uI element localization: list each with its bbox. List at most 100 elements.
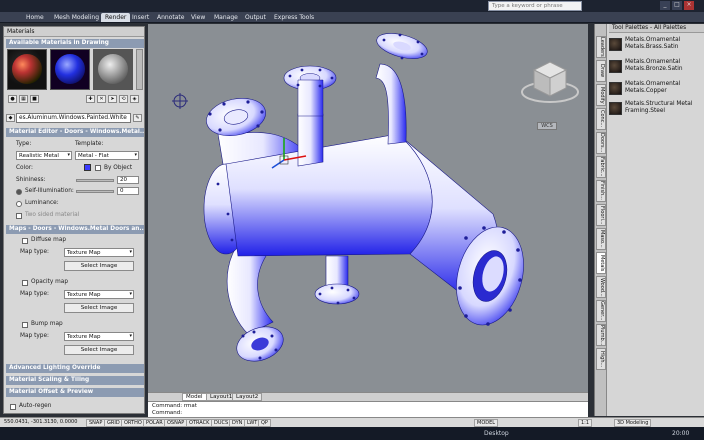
pipe-model[interactable] xyxy=(148,24,588,392)
model-space-toggle[interactable]: MODEL xyxy=(474,419,499,427)
tool-palette-tabs: Leaders Draw Modify Conc... Doors... Fab… xyxy=(595,24,607,416)
tab-model[interactable]: Model xyxy=(182,393,207,401)
material-swatch-3[interactable] xyxy=(93,49,133,90)
tab-draw[interactable]: Draw xyxy=(596,60,606,82)
command-prompt[interactable]: Command: xyxy=(152,410,584,417)
tab-metals[interactable]: Metals xyxy=(596,252,606,274)
tab-render[interactable]: Render xyxy=(101,13,131,22)
swatch-scrollbar[interactable] xyxy=(136,49,143,90)
opacity-map-checkbox[interactable] xyxy=(22,280,28,286)
material-swatch-2[interactable] xyxy=(50,49,90,90)
viewcube-icon[interactable] xyxy=(521,61,579,103)
bump-map-type-select[interactable]: Texture Map ▾ xyxy=(64,332,134,341)
tab-annotate[interactable]: Annotate xyxy=(153,13,188,22)
tab-masonry[interactable]: Maso... xyxy=(596,228,606,250)
tab-layout2[interactable]: Layout2 xyxy=(232,393,263,401)
title-bar: Type a keyword or phrase _ □ × xyxy=(0,0,704,12)
qp-toggle[interactable]: QP xyxy=(258,419,271,427)
tab-insert[interactable]: Insert xyxy=(128,13,153,22)
workspace-switch[interactable]: 3D Modeling xyxy=(614,419,652,427)
tab-mesh-modeling[interactable]: Mesh Modeling xyxy=(50,13,103,22)
material-sphere-icon[interactable]: ● xyxy=(8,95,17,103)
checker-icon[interactable]: ▦ xyxy=(19,95,28,103)
dyn-toggle[interactable]: DYN xyxy=(229,419,246,427)
tab-home[interactable]: Home xyxy=(22,13,48,22)
tab-finishes[interactable]: Finish... xyxy=(596,180,606,202)
diffuse-select-image-button[interactable]: Select Image xyxy=(64,261,134,271)
snap-toggle[interactable]: SNAP xyxy=(86,419,106,427)
auto-regen-checkbox[interactable] xyxy=(10,404,16,410)
material-swatch-1[interactable] xyxy=(7,49,47,90)
wcs-label[interactable]: WCS xyxy=(537,122,557,130)
tab-concrete[interactable]: Conc... xyxy=(596,108,606,130)
maximize-icon[interactable]: □ xyxy=(672,1,682,10)
search-input[interactable]: Type a keyword or phrase xyxy=(488,1,582,11)
bump-select-image-button[interactable]: Select Image xyxy=(64,345,134,355)
tab-manage[interactable]: Manage xyxy=(210,13,242,22)
shininess-slider[interactable] xyxy=(76,179,114,182)
annotation-scale[interactable]: 1:1 xyxy=(578,419,593,427)
palette-item-steel[interactable]: Metals.Structural Metal Framing.Steel xyxy=(607,100,703,118)
tab-leaders[interactable]: Leaders xyxy=(596,36,606,58)
material-name-field[interactable]: es.Aluminum.Windows.Painted.White xyxy=(16,113,131,123)
tab-plumbing[interactable]: Plumb... xyxy=(596,324,606,346)
palette-item-brass[interactable]: Metals.Ornamental Metals.Brass.Satin xyxy=(607,36,703,54)
bump-map-checkbox[interactable] xyxy=(22,322,28,328)
osnap-toggle[interactable]: OSNAP xyxy=(164,419,188,427)
tab-flooring[interactable]: Floori... xyxy=(596,204,606,226)
close-icon[interactable]: × xyxy=(684,1,694,10)
desktop-label[interactable]: Desktop xyxy=(484,430,509,437)
shininess-field[interactable]: 20 xyxy=(117,176,139,184)
taskbar: Desktop 20:00 xyxy=(0,427,704,440)
polar-toggle[interactable]: POLAR xyxy=(143,419,166,427)
color-swatch[interactable] xyxy=(84,164,91,171)
tab-general[interactable]: Gener... xyxy=(596,300,606,322)
command-line[interactable]: Command: rmat Command: xyxy=(148,401,588,417)
material-editor-header[interactable]: Material Editor - Doors - Windows.Metal.… xyxy=(6,128,144,137)
tab-doors[interactable]: Doors... xyxy=(596,132,606,154)
otrack-toggle[interactable]: OTRACK xyxy=(186,419,213,427)
tab-fabric[interactable]: Fabric... xyxy=(596,156,606,178)
advanced-lighting-header[interactable]: Advanced Lighting Override xyxy=(6,364,144,373)
material-scaling-header[interactable]: Material Scaling & Tiling xyxy=(6,376,144,385)
palette-item-bronze[interactable]: Metals.Ornamental Metals.Bronze.Satin xyxy=(607,58,703,76)
diffuse-map-type-select[interactable]: Texture Map ▾ xyxy=(64,248,134,257)
bump-map-label: Bump map xyxy=(31,321,63,327)
swatch-toggle-icon[interactable]: ■ xyxy=(30,95,39,103)
drawing-viewport[interactable]: WCS xyxy=(148,24,588,392)
opacity-map-type-select[interactable]: Texture Map ▾ xyxy=(64,290,134,299)
tab-express-tools[interactable]: Express Tools xyxy=(270,13,318,22)
minimize-icon[interactable]: _ xyxy=(660,1,670,10)
template-select[interactable]: Metal - Flat ▾ xyxy=(75,151,139,160)
two-sided-checkbox[interactable] xyxy=(16,213,22,219)
available-materials-header[interactable]: Available Materials in Drawing xyxy=(6,39,144,48)
create-material-icon[interactable]: ✚ xyxy=(86,95,95,103)
tab-output[interactable]: Output xyxy=(241,13,270,22)
remove-material-icon[interactable]: ⟲ xyxy=(119,95,128,103)
apply-material-icon[interactable]: ➤ xyxy=(108,95,117,103)
select-objects-icon[interactable]: ◈ xyxy=(130,95,139,103)
material-offset-header[interactable]: Material Offset & Preview xyxy=(6,388,144,397)
self-illumination-field[interactable]: 0 xyxy=(117,187,139,195)
ortho-toggle[interactable]: ORTHO xyxy=(121,419,145,427)
maps-header[interactable]: Maps - Doors - Windows.Metal Doors an... xyxy=(6,225,144,234)
color-label: Color: xyxy=(16,165,33,171)
coordinate-readout: 550.0431, -301.3130, 0.0000 xyxy=(4,419,78,425)
luminance-radio[interactable] xyxy=(16,201,22,207)
purge-material-icon[interactable]: ✕ xyxy=(97,95,106,103)
tab-wood[interactable]: Wood... xyxy=(596,276,606,298)
self-illumination-radio[interactable] xyxy=(16,189,22,195)
type-select[interactable]: Realistic Metal ▾ xyxy=(16,151,72,160)
by-object-checkbox[interactable] xyxy=(95,165,101,171)
palette-item-copper[interactable]: Metals.Ornamental Metals.Copper xyxy=(607,80,703,98)
material-pick-icon[interactable]: ◆ xyxy=(6,114,15,122)
tab-view[interactable]: View xyxy=(187,13,209,22)
tab-high[interactable]: High... xyxy=(596,348,606,370)
diffuse-map-checkbox[interactable] xyxy=(22,238,28,244)
grid-toggle[interactable]: GRID xyxy=(104,419,123,427)
edit-name-icon[interactable]: ✎ xyxy=(133,114,142,122)
opacity-select-image-button[interactable]: Select Image xyxy=(64,303,134,313)
ribbon-tabs: Home Mesh Modeling Render Insert Annotat… xyxy=(0,12,704,23)
self-illumination-slider[interactable] xyxy=(76,190,114,193)
tab-modify[interactable]: Modify xyxy=(596,84,606,106)
